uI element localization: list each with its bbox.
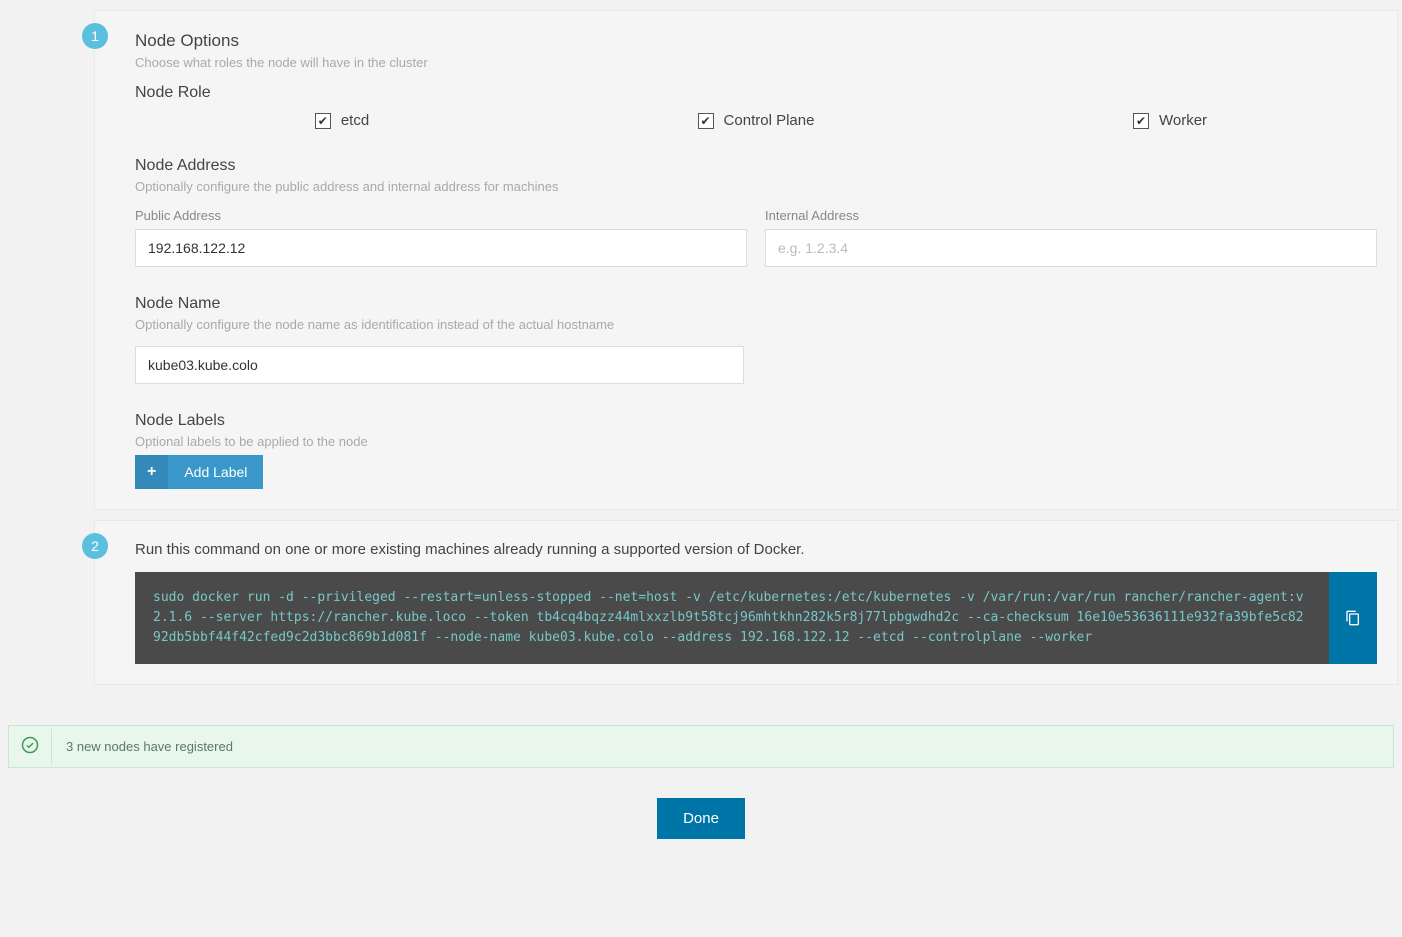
node-labels-desc: Optional labels to be applied to the nod… <box>135 434 1377 449</box>
node-name-desc: Optionally configure the node name as id… <box>135 317 1377 332</box>
worker-label: Worker <box>1159 112 1207 129</box>
add-label-text: Add Label <box>168 456 263 488</box>
step-badge-2: 2 <box>82 533 108 559</box>
done-row: Done <box>4 788 1398 869</box>
run-command-title: Run this command on one or more existing… <box>135 541 1377 558</box>
public-address-label: Public Address <box>135 208 747 223</box>
node-name-title: Node Name <box>135 295 1377 313</box>
step-badge-1: 1 <box>82 23 108 49</box>
internal-address-input[interactable] <box>765 229 1377 267</box>
plus-icon: + <box>135 455 168 489</box>
add-label-button[interactable]: + Add Label <box>135 455 263 489</box>
address-row: Public Address Internal Address <box>135 208 1377 267</box>
node-options-title: Node Options <box>135 31 1377 51</box>
command-block: sudo docker run -d --privileged --restar… <box>135 572 1377 664</box>
command-text: sudo docker run -d --privileged --restar… <box>135 572 1329 664</box>
public-address-input[interactable] <box>135 229 747 267</box>
node-labels-title: Node Labels <box>135 412 1377 430</box>
node-options-panel: 1 Node Options Choose what roles the nod… <box>94 10 1398 510</box>
banner-icon-wrap <box>9 726 51 767</box>
node-options-desc: Choose what roles the node will have in … <box>135 55 1377 70</box>
node-address-desc: Optionally configure the public address … <box>135 179 1377 194</box>
node-name-input[interactable] <box>135 346 744 384</box>
status-banner: 3 new nodes have registered <box>8 725 1394 768</box>
checkbox-icon <box>1133 113 1149 129</box>
node-address-title: Node Address <box>135 157 1377 175</box>
run-command-panel: 2 Run this command on one or more existi… <box>94 520 1398 685</box>
node-name-row <box>135 346 1377 384</box>
internal-address-label: Internal Address <box>765 208 1377 223</box>
node-role-row: etcd Control Plane Worker <box>135 112 1377 129</box>
etcd-checkbox[interactable]: etcd <box>315 112 369 129</box>
check-circle-icon <box>21 736 39 754</box>
worker-checkbox[interactable]: Worker <box>1133 112 1207 129</box>
etcd-label: etcd <box>341 112 369 129</box>
checkbox-icon <box>315 113 331 129</box>
control-plane-label: Control Plane <box>724 112 815 129</box>
control-plane-checkbox[interactable]: Control Plane <box>698 112 815 129</box>
done-button[interactable]: Done <box>657 798 745 839</box>
banner-text: 3 new nodes have registered <box>51 729 1393 764</box>
clipboard-icon <box>1345 610 1361 626</box>
copy-button[interactable] <box>1329 572 1377 664</box>
checkbox-icon <box>698 113 714 129</box>
node-role-title: Node Role <box>135 84 1377 102</box>
